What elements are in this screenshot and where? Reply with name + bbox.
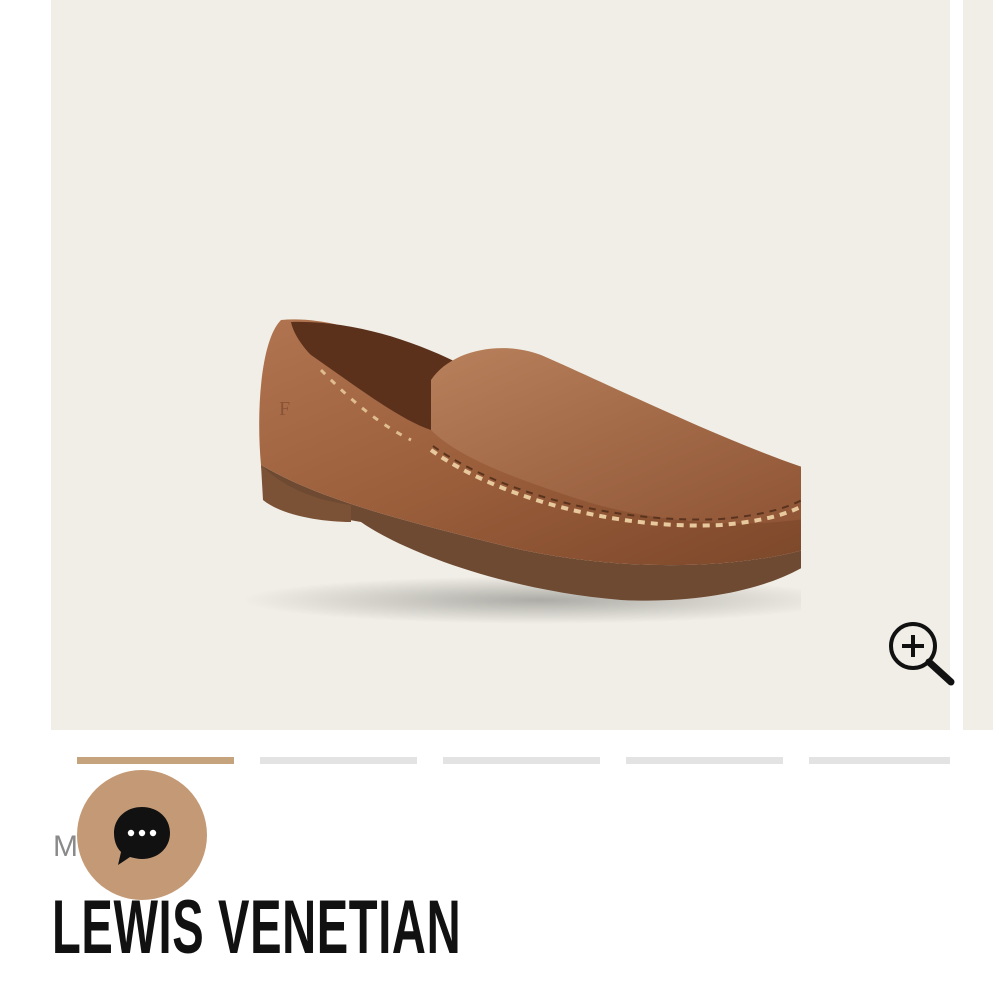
gallery-indicator-2[interactable] — [260, 757, 417, 764]
product-category: M — [53, 830, 79, 863]
product-title: LEWIS VENETIAN — [52, 885, 462, 970]
gallery-indicator-5[interactable] — [809, 757, 950, 764]
product-page: F M LEWIS VENETIAN — [0, 0, 1000, 1000]
brand-mark: F — [279, 398, 290, 420]
zoom-button[interactable] — [883, 616, 959, 692]
product-image-slide[interactable]: F — [51, 0, 955, 730]
gallery-indicator-3[interactable] — [443, 757, 600, 764]
chat-button[interactable] — [77, 770, 207, 900]
gallery-indicators — [0, 757, 1000, 767]
zoom-in-icon — [889, 622, 955, 686]
shoe-illustration: F — [241, 319, 841, 624]
chat-bubble-icon — [114, 807, 170, 865]
gallery-indicator-1[interactable] — [77, 757, 234, 764]
product-image: F — [201, 300, 841, 630]
next-image-slide-peek[interactable] — [963, 0, 993, 730]
gallery-indicator-4[interactable] — [626, 757, 783, 764]
